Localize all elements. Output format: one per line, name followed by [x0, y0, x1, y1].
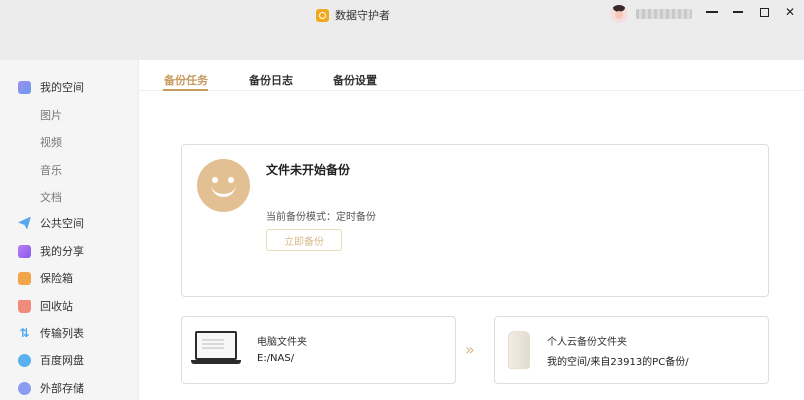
close-icon[interactable]: ✕	[784, 6, 796, 18]
active-tab-indicator	[163, 89, 208, 91]
source-folder-card[interactable]: 电脑文件夹 E:/NAS/	[181, 316, 456, 384]
source-label: 电脑文件夹	[257, 337, 307, 348]
sidebar-item-my-space[interactable]: 我的空间	[18, 79, 84, 95]
sidebar-item-external-storage[interactable]: 外部存储	[18, 380, 84, 396]
share-icon	[18, 244, 31, 258]
sidebar-item-documents[interactable]: 文档	[40, 189, 62, 205]
backup-now-button[interactable]: 立即备份	[266, 229, 342, 251]
sidebar-item-recycle-bin[interactable]: 回收站	[18, 298, 73, 314]
title-bar: 数据守护者 ✕	[0, 0, 804, 60]
avatar[interactable]	[610, 5, 628, 23]
tab-bar: 备份任务 备份日志 备份设置	[139, 60, 804, 91]
nas-device-icon	[508, 331, 530, 369]
baidu-netdisk-icon	[18, 353, 31, 367]
tab-backup-tasks[interactable]: 备份任务	[164, 72, 208, 88]
tab-backup-log[interactable]: 备份日志	[249, 72, 293, 88]
menu-icon[interactable]	[706, 6, 718, 18]
destination-path: 我的空间/来自23913的PC备份/	[547, 357, 689, 368]
smiley-icon	[197, 159, 250, 212]
sidebar-item-videos[interactable]: 视频	[40, 134, 62, 150]
backup-status-card: 文件未开始备份 当前备份模式：定时备份 立即备份	[181, 144, 769, 297]
minimize-icon[interactable]	[732, 6, 744, 18]
source-path: E:/NAS/	[257, 353, 295, 364]
sidebar-item-music[interactable]: 音乐	[40, 162, 62, 178]
sidebar-item-label: 传输列表	[40, 327, 84, 340]
app-title: 数据守护者	[335, 9, 390, 22]
public-space-icon	[18, 216, 31, 230]
maximize-icon[interactable]	[758, 6, 770, 18]
sidebar-item-label: 公共空间	[40, 217, 84, 230]
sidebar-item-public-space[interactable]: 公共空间	[18, 215, 84, 231]
user-area[interactable]	[610, 5, 692, 23]
username-blurred[interactable]	[636, 9, 692, 19]
status-title: 文件未开始备份	[266, 163, 351, 177]
app-title-area: 数据守护者	[316, 7, 390, 23]
transfer-icon: ⇅	[19, 325, 30, 340]
sidebar: 我的空间 图片 视频 音乐 文档 公共空间 我的分享 保险箱 回收站 ⇅ 传输列…	[0, 60, 139, 400]
sidebar-item-label: 我的空间	[40, 81, 84, 94]
double-chevron-right-icon: »	[465, 340, 475, 359]
sidebar-item-label: 保险箱	[40, 272, 73, 285]
sidebar-item-safe[interactable]: 保险箱	[18, 270, 73, 286]
sidebar-item-label: 百度网盘	[40, 354, 84, 367]
external-storage-icon	[18, 381, 31, 395]
recycle-bin-icon	[18, 299, 31, 313]
sidebar-item-transfer-list[interactable]: ⇅ 传输列表	[18, 325, 84, 341]
laptop-icon	[191, 331, 241, 367]
safe-icon	[18, 271, 31, 285]
my-space-icon	[18, 80, 31, 94]
backup-mode-text: 当前备份模式：定时备份	[266, 212, 376, 223]
sidebar-item-pictures[interactable]: 图片	[40, 107, 62, 123]
destination-label: 个人云备份文件夹	[547, 337, 627, 348]
sidebar-item-label: 我的分享	[40, 245, 84, 258]
sidebar-item-label: 外部存储	[40, 382, 84, 395]
sidebar-item-my-share[interactable]: 我的分享	[18, 243, 84, 259]
app-logo-icon	[316, 8, 329, 22]
tab-backup-settings[interactable]: 备份设置	[333, 72, 377, 88]
sidebar-item-label: 回收站	[40, 300, 73, 313]
sidebar-item-baidu-netdisk[interactable]: 百度网盘	[18, 352, 84, 368]
window-controls: ✕	[706, 6, 796, 18]
destination-folder-card[interactable]: 个人云备份文件夹 我的空间/来自23913的PC备份/	[494, 316, 769, 384]
